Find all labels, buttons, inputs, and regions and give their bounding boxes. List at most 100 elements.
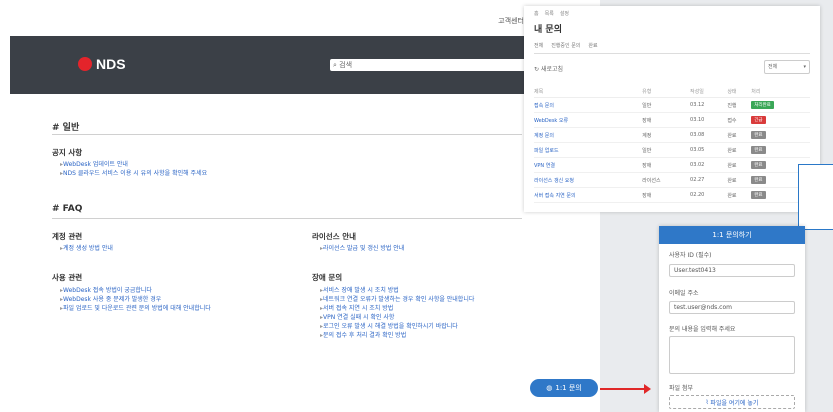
content-label: 문의 내용을 입력해 주세요: [669, 326, 736, 333]
table-row[interactable]: VPN 연결 장애 03.02 완료 완료: [534, 157, 810, 173]
file-drop-zone[interactable]: ⌇ 파일을 여기에 놓기: [669, 395, 795, 409]
logo-mark-icon: [78, 57, 92, 71]
search-bar[interactable]: ⌕ 검색: [330, 59, 543, 71]
list-item[interactable]: 로그인 오류 발생 시 해결 방법을 확인하시기 바랍니다: [320, 322, 520, 331]
faq-divider: [52, 218, 522, 219]
status-filter-select[interactable]: 전체 ▾: [764, 60, 810, 74]
row-title[interactable]: 계정 문의: [534, 127, 643, 143]
list-item[interactable]: 계정 생성 방법 안내: [60, 244, 113, 253]
subnav-done[interactable]: 완료: [588, 42, 597, 49]
tab-home[interactable]: 홈: [534, 10, 539, 17]
table-row[interactable]: 접속 문의 일반 03.12 진행 처리완료: [534, 97, 810, 113]
content-textarea[interactable]: [669, 336, 795, 374]
license-title: 라이선스 안내: [312, 232, 357, 241]
inquiry-table: 제목 유형 작성일 상태 처리 접속 문의 일반 03.12 진행 처리완료 WebDes…: [534, 86, 810, 203]
status-badge[interactable]: 완료: [751, 131, 766, 139]
email-field[interactable]: test.user@nds.com: [669, 301, 795, 314]
row-date: 02.20: [690, 187, 728, 203]
row-date: 02.27: [690, 172, 728, 188]
drop-zone-label: 파일을 여기에 놓기: [710, 399, 759, 407]
list-item[interactable]: 문의 접수 후 처리 결과 확인 방법: [320, 331, 520, 340]
fab-label: 1:1 문의: [555, 384, 582, 392]
row-title[interactable]: 라이선스 갱신 요청: [534, 172, 643, 188]
panel-title: 내 문의: [534, 25, 562, 35]
row-date: 03.02: [690, 157, 728, 173]
list-item[interactable]: WebDesk 접속 방법이 궁금합니다: [60, 286, 211, 295]
usage-title: 사용 관련: [52, 273, 83, 282]
refresh-button[interactable]: ↻ 새로고침: [534, 64, 563, 73]
inquiry-form: 1:1 문의하기 사용자 ID (필수) User.test0413 이메일 주…: [659, 226, 805, 412]
subnav-in-progress[interactable]: 진행중인 문의: [551, 42, 580, 49]
col-status: 상태: [727, 86, 752, 98]
refresh-icon: ↻: [534, 66, 541, 73]
list-item[interactable]: 네트워크 연결 오류가 발생하는 경우 확인 사항을 안내합니다: [320, 295, 520, 304]
general-section-title: # 일반: [52, 123, 80, 133]
col-title: 제목: [534, 86, 643, 98]
row-status: 진행: [727, 97, 752, 113]
row-date: 03.10: [690, 112, 728, 128]
list-item[interactable]: 서버 접속 지연 시 조치 방법: [320, 304, 520, 313]
tab-settings[interactable]: 설정: [560, 10, 569, 17]
list-item[interactable]: WebDesk 업데이트 안내: [60, 160, 207, 169]
row-title[interactable]: 파일 업로드: [534, 142, 643, 158]
row-status: 완료: [727, 142, 752, 158]
my-inquiries-panel: 홈 목록 설정 내 문의 전체 진행중인 문의 완료 ↻ 새로고침 전체 ▾ 제…: [524, 6, 820, 212]
table-row[interactable]: 서버 접속 지연 문의 장애 02.20 완료 완료: [534, 187, 810, 203]
row-title[interactable]: VPN 연결: [534, 157, 643, 173]
faq-section-title: # FAQ: [52, 204, 83, 214]
account-title: 계정 관련: [52, 232, 83, 241]
support-link[interactable]: 고객센터: [498, 16, 524, 26]
row-date: 03.12: [690, 97, 728, 113]
row-title[interactable]: 접속 문의: [534, 97, 643, 113]
user-id-label: 사용자 ID (필수): [669, 252, 712, 259]
list-item[interactable]: 서비스 장애 발생 시 조치 방법: [320, 286, 520, 295]
table-row[interactable]: 파일 업로드 일반 03.05 완료 완료: [534, 142, 810, 158]
status-badge[interactable]: 완료: [751, 191, 766, 199]
logo-text: NDS: [96, 56, 126, 72]
col-type: 유형: [642, 86, 691, 98]
row-title[interactable]: 서버 접속 지연 문의: [534, 187, 643, 203]
row-type: 라이선스: [642, 172, 691, 188]
inquiry-fab-button[interactable]: ◍ 1:1 문의: [530, 379, 598, 397]
table-header-row: 제목 유형 작성일 상태 처리: [534, 86, 810, 98]
status-badge[interactable]: 완료: [751, 161, 766, 169]
search-input[interactable]: 검색: [339, 60, 352, 70]
row-status: 완료: [727, 157, 752, 173]
help-center-page: 고객센터 ◎ NDS ⌕ 검색 # 일반 공지 사항 WebDesk 업데이트 …: [0, 0, 600, 412]
row-action: 긴급: [751, 112, 810, 128]
list-item[interactable]: WebDesk 사용 중 문제가 발생한 경우: [60, 295, 211, 304]
row-action: 완료: [751, 142, 810, 158]
panel-subnav: 전체 진행중인 문의 완료: [534, 42, 598, 49]
status-badge[interactable]: 완료: [751, 146, 766, 154]
notice-title: 공지 사항: [52, 148, 83, 157]
chat-icon: ◍: [546, 384, 553, 392]
row-status: 접수: [727, 112, 752, 128]
usage-list: WebDesk 접속 방법이 궁금합니다 WebDesk 사용 중 문제가 발생…: [60, 286, 211, 313]
status-badge[interactable]: 완료: [751, 176, 766, 184]
table-row[interactable]: WebDesk 오류 장애 03.10 접수 긴급: [534, 112, 810, 128]
trouble-list: 서비스 장애 발생 시 조치 방법 네트워크 연결 오류가 발생하는 경우 확인…: [320, 286, 520, 340]
panel-tabs: 홈 목록 설정: [534, 10, 569, 17]
list-item[interactable]: 파일 업로드 및 다운로드 관련 문의 방법에 대해 안내합니다: [60, 304, 211, 313]
highlight-box: [798, 164, 833, 230]
status-badge[interactable]: 긴급: [751, 116, 766, 124]
col-action: 처리: [751, 86, 810, 98]
row-type: 장애: [642, 112, 691, 128]
general-divider: [52, 134, 522, 135]
row-type: 계정: [642, 127, 691, 143]
list-item[interactable]: NDS 클라우드 서비스 이용 시 유의 사항을 확인해 주세요: [60, 169, 207, 178]
refresh-label: 새로고침: [540, 66, 564, 73]
row-title[interactable]: WebDesk 오류: [534, 112, 643, 128]
table-row[interactable]: 계정 문의 계정 03.08 완료 완료: [534, 127, 810, 143]
tab-list[interactable]: 목록: [545, 10, 554, 17]
user-id-field[interactable]: User.test0413: [669, 264, 795, 277]
nds-logo[interactable]: NDS: [78, 56, 126, 72]
status-badge[interactable]: 처리완료: [751, 101, 774, 109]
table-row[interactable]: 라이선스 갱신 요청 라이선스 02.27 완료 완료: [534, 172, 810, 188]
list-item[interactable]: VPN 연결 실패 시 확인 사항: [320, 313, 520, 322]
subnav-all[interactable]: 전체: [534, 42, 543, 49]
col-date: 작성일: [690, 86, 728, 98]
row-action: 완료: [751, 127, 810, 143]
row-type: 일반: [642, 97, 691, 113]
list-item[interactable]: 라이선스 발급 및 갱신 방법 안내: [320, 244, 404, 253]
